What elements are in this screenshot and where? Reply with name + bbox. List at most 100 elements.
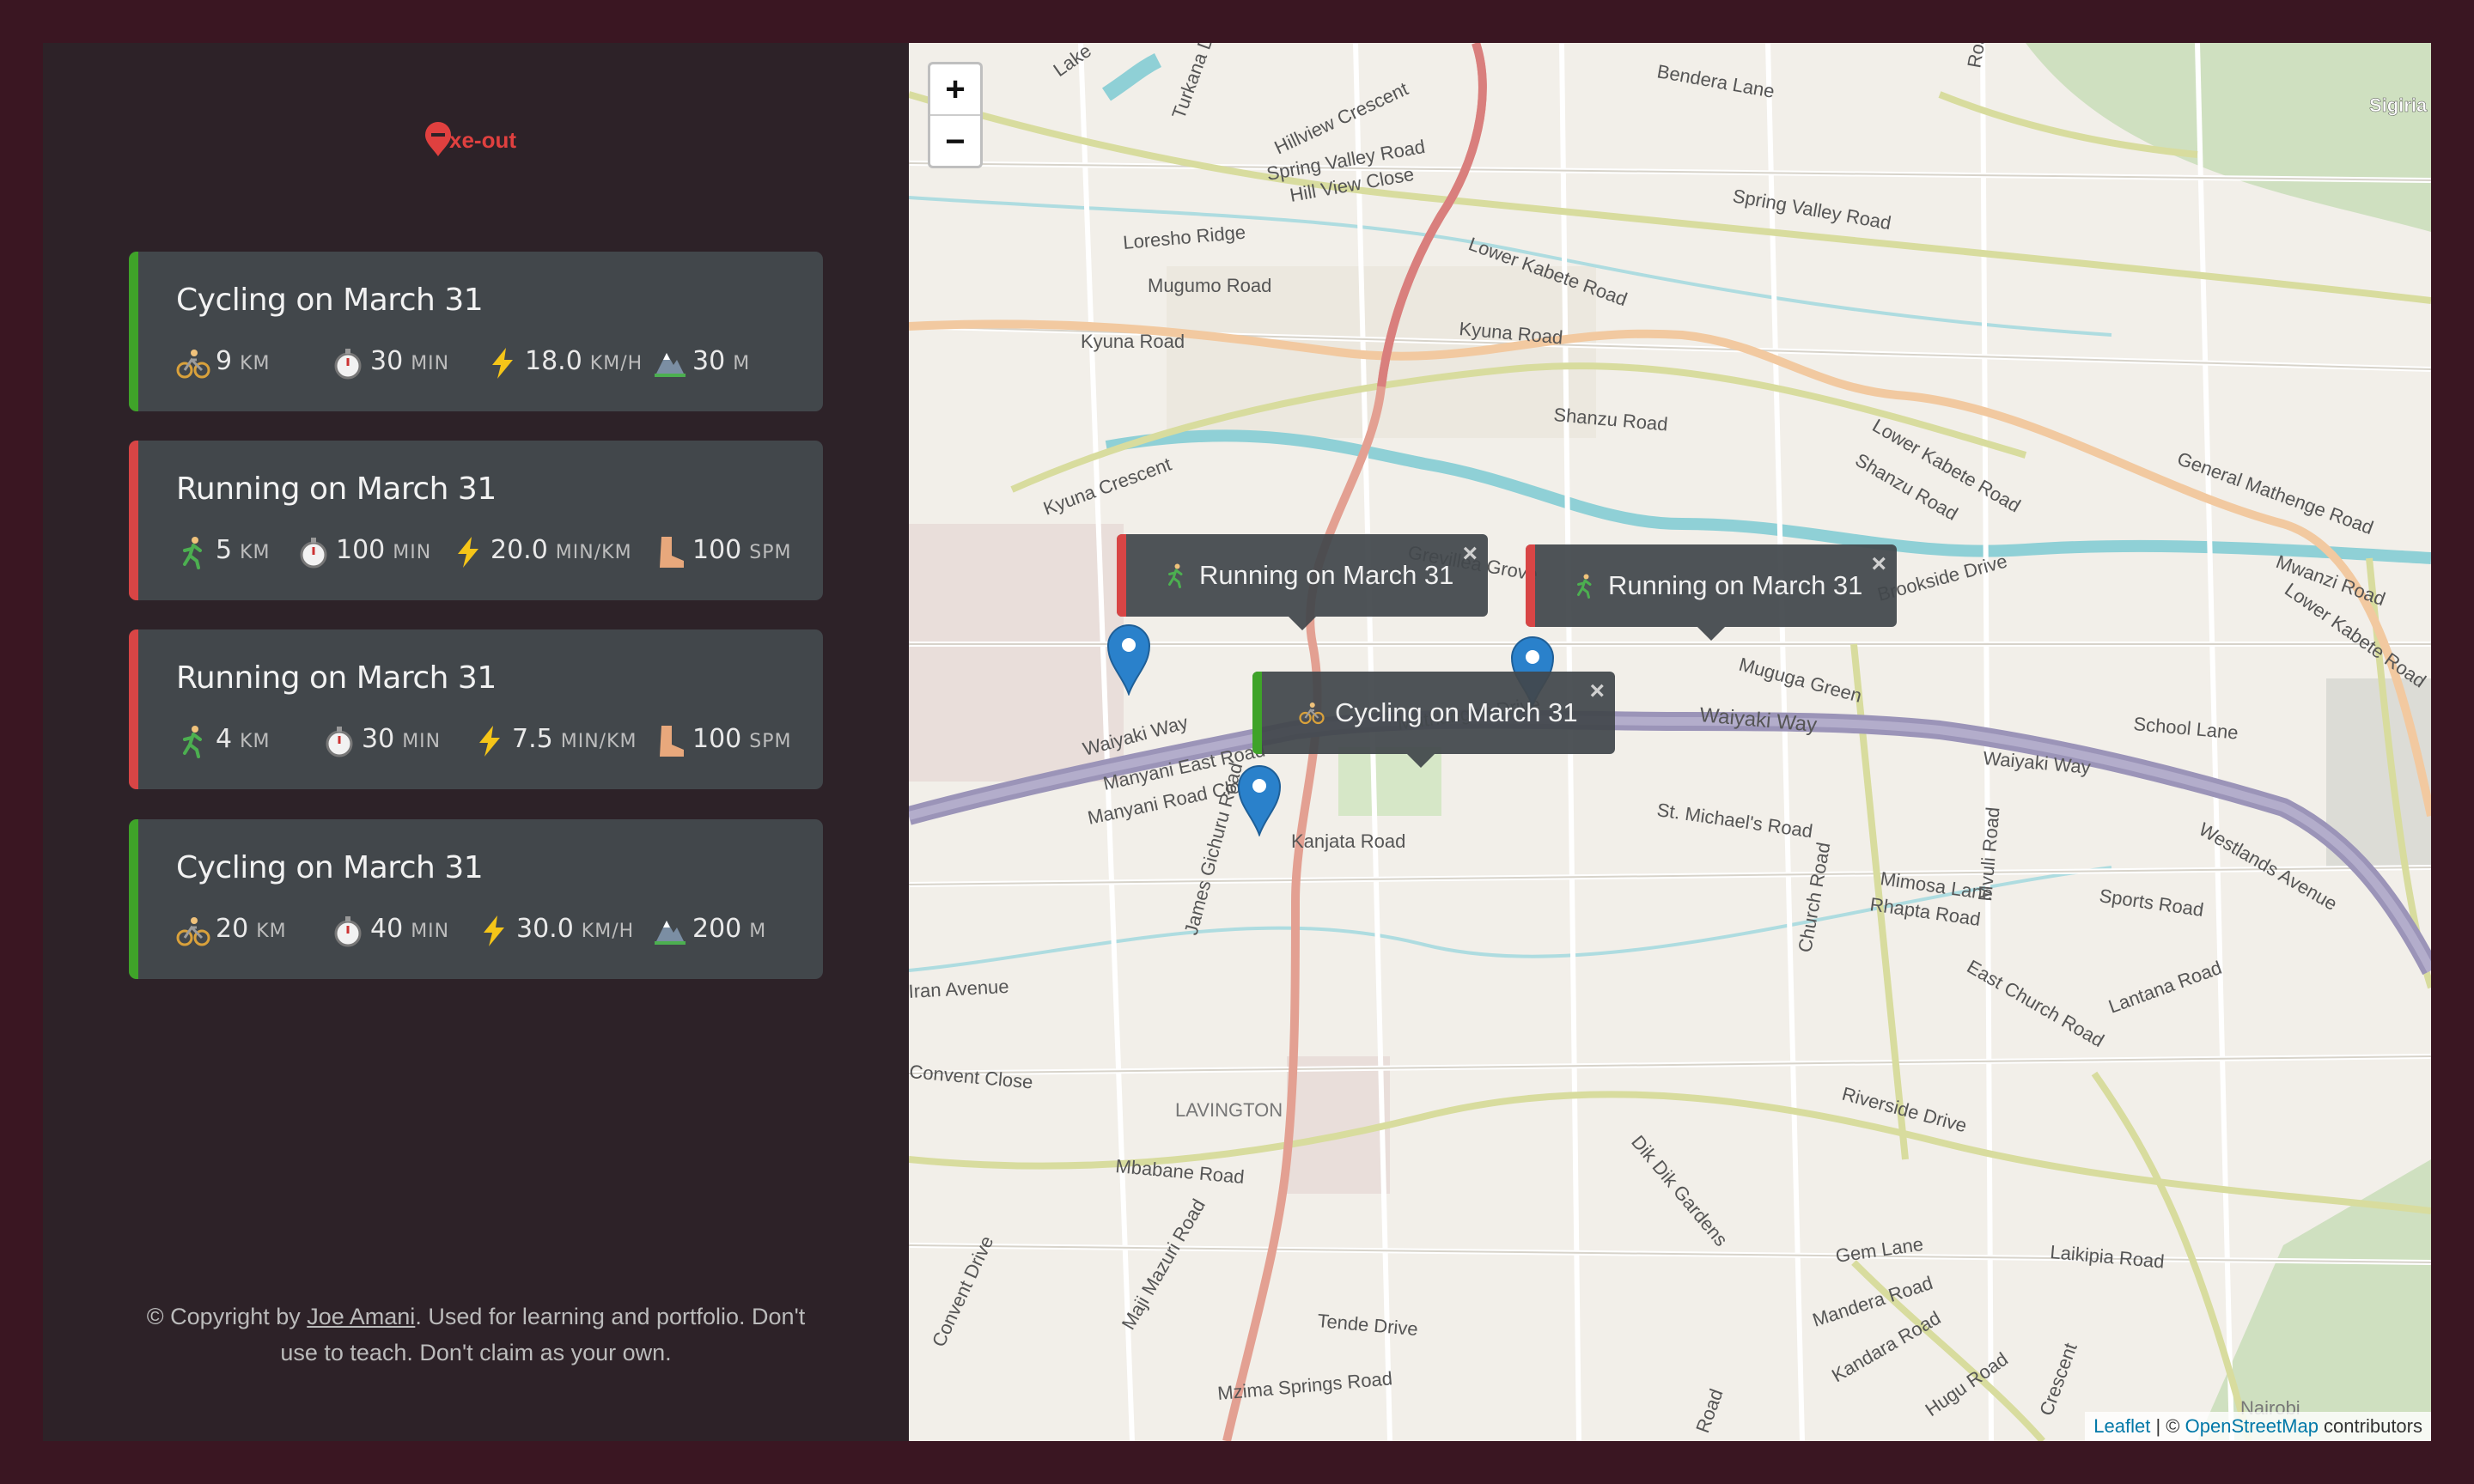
map-tiles[interactable]: Lake Turkana Drive Hillview Crescent Ben…: [909, 43, 2431, 1441]
runner-icon: [1161, 561, 1191, 590]
stat-cadence: 100 SPM: [653, 535, 791, 569]
map-popup[interactable]: Running on March 31 ×: [1117, 534, 1488, 630]
svg-text:School Lane: School Lane: [2133, 713, 2239, 744]
svg-text:Loresho Ridge: Loresho Ridge: [1122, 222, 1246, 253]
svg-text:Road: Road: [1691, 1386, 1727, 1436]
svg-text:Kyuna Road: Kyuna Road: [1081, 331, 1185, 352]
svg-text:Kyuna Crescent: Kyuna Crescent: [1040, 453, 1174, 520]
svg-text:LAVINGTON: LAVINGTON: [1175, 1099, 1283, 1121]
svg-text:Turkana Drive: Turkana Drive: [1167, 43, 1228, 122]
runner-icon: [176, 724, 210, 758]
svg-text:Waiyaki Way: Waiyaki Way: [1698, 703, 1818, 737]
stat-pace: 20.0 MIN/KM: [451, 535, 632, 569]
svg-text:Mbabane Road: Mbabane Road: [1115, 1155, 1246, 1188]
map-attribution: Leaflet | © OpenStreetMap contributors: [2085, 1412, 2431, 1441]
workout-card[interactable]: Cycling on March 31 20 KM 40 MIN 30.0 KM/H …: [129, 819, 823, 979]
lightning-icon: [472, 724, 507, 758]
svg-text:Mugumo Road: Mugumo Road: [1148, 275, 1271, 296]
svg-text:St. Michael's Road: St. Michael's Road: [1655, 799, 1813, 842]
logo-pin-icon: [424, 120, 453, 158]
mountain-icon: [653, 346, 687, 380]
zoom-out-button[interactable]: −: [930, 116, 980, 166]
svg-text:Laikipia Road: Laikipia Road: [2050, 1241, 2166, 1273]
stat-distance: 20 KM: [176, 914, 287, 948]
stat-distance: 4 KM: [176, 724, 271, 758]
leaflet-link[interactable]: Leaflet: [2093, 1415, 2150, 1438]
zoom-control: + −: [928, 62, 983, 168]
workout-card[interactable]: Cycling on March 31 9 KM 30 MIN 18.0 KM/H 3…: [129, 252, 823, 411]
svg-text:Bendera Lane: Bendera Lane: [1655, 60, 1776, 102]
workout-card[interactable]: Running on March 31 4 KM 30 MIN 7.5 MIN/KM …: [129, 629, 823, 789]
svg-text:Church Road: Church Road: [1794, 841, 1834, 954]
stopwatch-icon: [331, 914, 365, 948]
lightning-icon: [477, 914, 511, 948]
map-marker-icon[interactable]: [1106, 623, 1151, 696]
lightning-icon: [451, 535, 485, 569]
svg-text:Convent Drive: Convent Drive: [928, 1232, 998, 1350]
popup-text: Cycling on March 31: [1335, 697, 1578, 727]
workout-card[interactable]: Running on March 31 5 KM 100 MIN 20.0 MIN/K…: [129, 441, 823, 600]
bicycle-icon: [176, 914, 210, 948]
stopwatch-icon: [331, 346, 365, 380]
stat-duration: 100 MIN: [296, 535, 431, 569]
svg-text:Sports Road: Sports Road: [2098, 885, 2205, 921]
map[interactable]: Lake Turkana Drive Hillview Crescent Ben…: [909, 43, 2431, 1441]
copyright: © Copyright by Joe Amani. Used for learn…: [146, 1304, 806, 1365]
popup-close-button[interactable]: ×: [1871, 550, 1886, 579]
svg-text:Convent Close: Convent Close: [909, 1061, 1034, 1092]
runner-icon: [1570, 571, 1600, 600]
logo: xe-out: [424, 115, 516, 163]
stat-pace: 7.5 MIN/KM: [472, 724, 637, 758]
foot-icon: [653, 724, 687, 758]
popup-text: Running on March 31: [1608, 570, 1863, 600]
svg-text:Kanjata Road: Kanjata Road: [1291, 830, 1405, 852]
workout-title: Running on March 31: [176, 660, 497, 696]
workout-title: Cycling on March 31: [176, 283, 484, 318]
stat-duration: 40 MIN: [331, 914, 449, 948]
popup-close-button[interactable]: ×: [1589, 677, 1605, 706]
svg-text:Muguga Green: Muguga Green: [1737, 654, 1864, 707]
stat-elevation: 200 M: [653, 914, 766, 948]
workout-title: Cycling on March 31: [176, 850, 484, 885]
svg-text:Mvuli Road: Mvuli Road: [1974, 806, 2003, 903]
svg-text:Maji Mazuri Road: Maji Mazuri Road: [1118, 1195, 1210, 1334]
svg-text:East Church Road: East Church Road: [1964, 956, 2108, 1052]
stat-speed: 18.0 KM/H: [485, 346, 643, 380]
popup-text: Running on March 31: [1199, 560, 1454, 590]
popup-close-button[interactable]: ×: [1462, 539, 1478, 569]
osm-link[interactable]: OpenStreetMap: [2185, 1415, 2319, 1438]
stopwatch-icon: [296, 535, 331, 569]
sidebar: xe-out Cycling on March 31 9 KM 30 MIN 18.…: [43, 43, 909, 1441]
foot-icon: [653, 535, 687, 569]
zoom-in-button[interactable]: +: [930, 64, 980, 116]
svg-text:Sigiria: Sigiria: [2369, 94, 2428, 116]
map-popup[interactable]: Cycling on March 31 ×: [1252, 672, 1615, 768]
stopwatch-icon: [322, 724, 356, 758]
stat-elevation: 30 M: [653, 346, 750, 380]
stat-cadence: 100 SPM: [653, 724, 791, 758]
map-popup[interactable]: Running on March 31 ×: [1526, 544, 1897, 641]
svg-text:Tende Drive: Tende Drive: [1317, 1310, 1419, 1340]
stat-distance: 9 KM: [176, 346, 271, 380]
svg-text:Hugu Road: Hugu Road: [1922, 1348, 2013, 1420]
author-link[interactable]: Joe Amani: [307, 1304, 415, 1329]
workout-title: Running on March 31: [176, 471, 497, 507]
logo-text: xe-out: [449, 126, 516, 153]
bicycle-icon: [176, 346, 210, 380]
svg-text:Gem Lane: Gem Lane: [1834, 1233, 1924, 1267]
svg-text:Road: Road: [1963, 43, 1992, 70]
map-marker-icon[interactable]: [1237, 764, 1282, 837]
stat-speed: 30.0 KM/H: [477, 914, 634, 948]
svg-text:Iran Avenue: Iran Avenue: [909, 976, 1009, 1002]
runner-icon: [176, 535, 210, 569]
svg-text:Lake: Lake: [1050, 43, 1095, 81]
svg-text:Crescent: Crescent: [2035, 1340, 2081, 1418]
svg-text:Lantana Road: Lantana Road: [2105, 957, 2224, 1018]
bicycle-icon: [1297, 698, 1326, 727]
stat-duration: 30 MIN: [331, 346, 449, 380]
stat-distance: 5 KM: [176, 535, 271, 569]
svg-text:Spring Valley Road: Spring Valley Road: [1731, 185, 1892, 234]
mountain-icon: [653, 914, 687, 948]
lightning-icon: [485, 346, 520, 380]
stat-duration: 30 MIN: [322, 724, 441, 758]
